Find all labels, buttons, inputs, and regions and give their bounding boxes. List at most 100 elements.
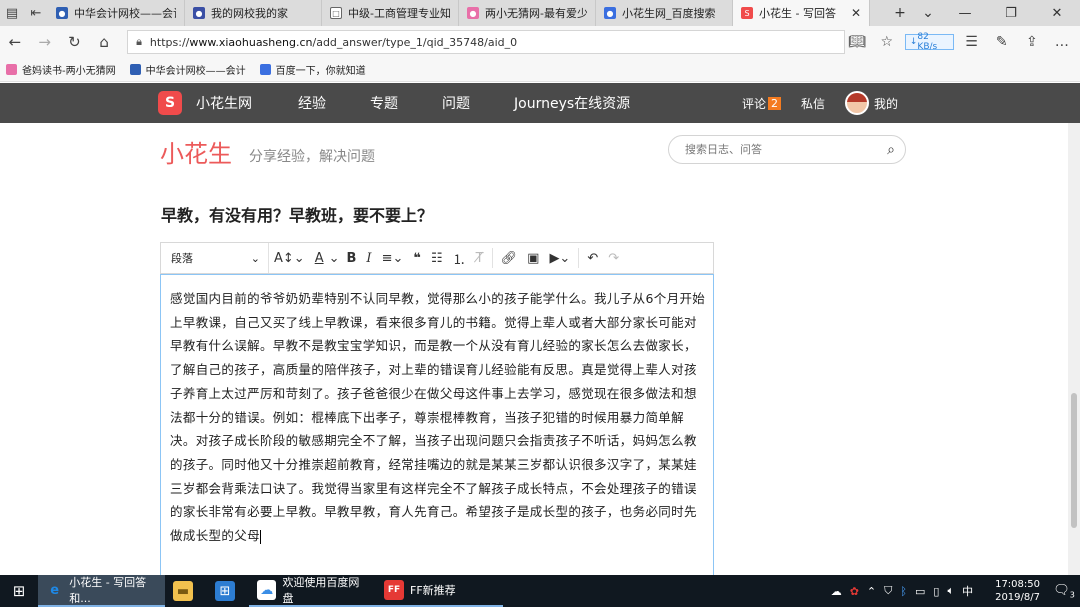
taskbar-item-edge[interactable]: e 小花生 - 写回答 和... bbox=[38, 575, 165, 607]
site-header: S 小花生网 经验 专题 问题 Journeys在线资源 评论 2 私信 我的 bbox=[0, 83, 1080, 123]
link-icon[interactable]: 🔗︎ bbox=[496, 243, 523, 273]
tab-favicon-icon: ● bbox=[604, 7, 616, 19]
font-color-chevron-down-icon[interactable]: ⌄ bbox=[329, 243, 342, 273]
store-icon: ⊞ bbox=[215, 581, 235, 601]
new-tab-plus-icon[interactable]: + bbox=[886, 5, 914, 21]
bookmark-item[interactable]: 百度一下，你就知道 bbox=[259, 62, 366, 77]
media-embed-icon[interactable]: ▶⌄ bbox=[544, 243, 575, 273]
site-brand-link[interactable]: 小花生网 bbox=[196, 93, 252, 113]
refresh-icon[interactable]: ↻ bbox=[60, 33, 90, 51]
clear-format-icon[interactable]: T̸ bbox=[471, 243, 489, 273]
back-arrow-icon[interactable]: ← bbox=[0, 33, 30, 51]
nav-journeys[interactable]: Journeys在线资源 bbox=[514, 93, 630, 113]
text-caret bbox=[259, 529, 261, 544]
tab-title: 小花生网_百度搜索 bbox=[622, 7, 716, 20]
favorites-hub-icon[interactable]: ☰ bbox=[960, 34, 984, 50]
italic-icon[interactable]: I bbox=[361, 243, 376, 273]
system-tray: ☁ ✿ ⌃ ⛉ ᛒ ▭ ▯ 🔈︎ 中 17:08:50 2019/8/7 🗨︎3 bbox=[823, 578, 1080, 604]
numbered-list-icon[interactable]: ⒈ bbox=[448, 243, 471, 273]
lock-icon: 🔒︎ bbox=[136, 35, 142, 48]
tray-network-icon[interactable]: ▭ bbox=[915, 585, 925, 598]
question-title: 早教，有没有用？早教班，要不要上？ bbox=[161, 206, 434, 225]
taskbar-item-ff[interactable]: FF FF新推荐 bbox=[376, 575, 503, 607]
taskbar-item-explorer[interactable]: ▬ bbox=[165, 575, 207, 607]
action-center-icon[interactable]: 🗨︎3 bbox=[1048, 583, 1080, 600]
close-tab-icon[interactable]: ✕ bbox=[851, 6, 861, 20]
nav-topics[interactable]: 专题 bbox=[370, 93, 398, 113]
messages-link[interactable]: 私信 bbox=[801, 95, 825, 112]
reading-view-icon[interactable]: 📖︎ bbox=[845, 34, 869, 50]
windows-start-icon[interactable]: ⊞ bbox=[0, 582, 38, 600]
tray-app-icon[interactable]: ✿ bbox=[850, 585, 859, 598]
tray-shield-icon[interactable]: ⛉ bbox=[884, 584, 892, 598]
blockquote-icon[interactable]: ❝ bbox=[408, 243, 426, 273]
taskbar-item-store[interactable]: ⊞ bbox=[207, 575, 249, 607]
restore-window-icon[interactable]: ❐ bbox=[988, 6, 1034, 21]
minimize-window-icon[interactable]: — bbox=[942, 6, 988, 21]
tray-battery-icon[interactable]: ▯ bbox=[933, 585, 939, 598]
clock-date: 2019/8/7 bbox=[995, 592, 1040, 603]
bookmark-favicon-icon bbox=[6, 64, 17, 75]
bookmark-label: 百度一下，你就知道 bbox=[275, 66, 366, 77]
chevron-down-icon: ⌄ bbox=[250, 251, 260, 265]
forward-arrow-icon[interactable]: → bbox=[30, 33, 60, 51]
bookmark-item[interactable]: 中华会计网校——会计 bbox=[129, 62, 246, 77]
search-input[interactable] bbox=[685, 143, 888, 156]
browser-tab[interactable]: ● 中华会计网校——会计 bbox=[48, 0, 185, 26]
search-icon[interactable]: ⌕ bbox=[887, 142, 895, 158]
site-slogan: 分享经验，解决问题 bbox=[249, 149, 375, 165]
editor-toolbar: 段落 ⌄ A↕⌄ A ⌄ B I ≡⌄ ❝ ☷ ⒈ T̸ 🔗︎ ▣ ▶⌄ ↶ ↷ bbox=[160, 242, 714, 274]
tray-chevron-up-icon[interactable]: ⌃ bbox=[867, 585, 876, 598]
share-icon[interactable]: ⇪ bbox=[1020, 34, 1044, 50]
avatar[interactable] bbox=[844, 91, 869, 115]
browser-tab[interactable]: ● 两小无猜网-最有爱少儿 bbox=[459, 0, 596, 26]
paragraph-format-select[interactable]: 段落 ⌄ bbox=[161, 243, 269, 273]
download-speed-badge[interactable]: ↓ 82 KB/s bbox=[904, 32, 954, 52]
bookmark-item[interactable]: 爸妈读书-两小无猜网 bbox=[6, 62, 116, 77]
page-scrollbar[interactable] bbox=[1068, 123, 1080, 575]
browser-tab-active[interactable]: S 小花生 - 写回答 ✕ bbox=[733, 0, 870, 26]
undo-icon[interactable]: ↶ bbox=[582, 243, 603, 273]
align-icon[interactable]: ≡⌄ bbox=[377, 243, 409, 273]
tray-volume-icon[interactable]: 🔈︎ bbox=[947, 584, 954, 598]
answer-editor[interactable]: 感觉国内目前的爷爷奶奶辈特别不认同早教，觉得那么小的孩子能学什么。我儿子从6个月… bbox=[160, 274, 714, 575]
address-input[interactable]: 🔒︎ https://www.xiaohuasheng.cn/add_answe… bbox=[127, 30, 845, 54]
nav-experience[interactable]: 经验 bbox=[298, 93, 326, 113]
home-icon[interactable]: ⌂ bbox=[89, 33, 119, 51]
paragraph-format-label: 段落 bbox=[171, 252, 193, 265]
taskbar-item-baidu-netdisk[interactable]: ☁ 欢迎使用百度网盘 bbox=[249, 575, 376, 607]
clock[interactable]: 17:08:50 2019/8/7 bbox=[987, 578, 1040, 604]
close-window-icon[interactable]: ✕ bbox=[1034, 6, 1080, 21]
font-color-icon[interactable]: A bbox=[310, 243, 329, 273]
ime-indicator[interactable]: 中 bbox=[962, 583, 973, 599]
browser-tab[interactable]: ● 我的网校我的家 bbox=[185, 0, 322, 26]
set-aside-tabs-icon[interactable]: ⇤ bbox=[24, 0, 48, 26]
more-menu-icon[interactable]: … bbox=[1050, 34, 1074, 50]
tab-actions-icon[interactable]: ▤ bbox=[0, 0, 24, 26]
bold-icon[interactable]: B bbox=[342, 243, 362, 273]
site-name-title[interactable]: 小花生 bbox=[160, 134, 232, 169]
browser-tab[interactable]: ● 小花生网_百度搜索 bbox=[596, 0, 733, 26]
taskbar: ⊞ e 小花生 - 写回答 和... ▬ ⊞ ☁ 欢迎使用百度网盘 FF FF新… bbox=[0, 575, 1080, 607]
logo-glyph: S bbox=[164, 95, 176, 111]
site-logo-icon[interactable]: S bbox=[158, 91, 182, 115]
my-account-link[interactable]: 我的 bbox=[874, 95, 898, 112]
taskbar-item-label: 欢迎使用百度网盘 bbox=[282, 576, 360, 605]
pen-notes-icon[interactable]: ✎ bbox=[990, 34, 1014, 50]
favorite-star-icon[interactable]: ☆ bbox=[875, 34, 899, 50]
baidu-netdisk-icon: ☁ bbox=[257, 580, 277, 600]
tab-favicon-icon: ● bbox=[193, 7, 205, 19]
search-box: ⌕ bbox=[668, 135, 906, 164]
tab-favicon-icon: □ bbox=[330, 7, 342, 19]
scrollbar-thumb[interactable] bbox=[1071, 393, 1077, 528]
tray-cloud-icon[interactable]: ☁ bbox=[831, 585, 842, 598]
tab-list-chevron-down-icon[interactable]: ⌄ bbox=[914, 5, 942, 21]
tray-bluetooth-icon[interactable]: ᛒ bbox=[900, 585, 907, 598]
browser-tab[interactable]: □ 中级-工商管理专业知识 bbox=[322, 0, 459, 26]
image-icon[interactable]: ▣ bbox=[522, 243, 544, 273]
comments-link[interactable]: 评论 bbox=[742, 95, 766, 112]
font-size-icon[interactable]: A↕⌄ bbox=[269, 243, 310, 273]
nav-questions[interactable]: 问题 bbox=[442, 93, 470, 113]
redo-icon[interactable]: ↷ bbox=[603, 243, 624, 273]
bulleted-list-icon[interactable]: ☷ bbox=[426, 243, 448, 273]
